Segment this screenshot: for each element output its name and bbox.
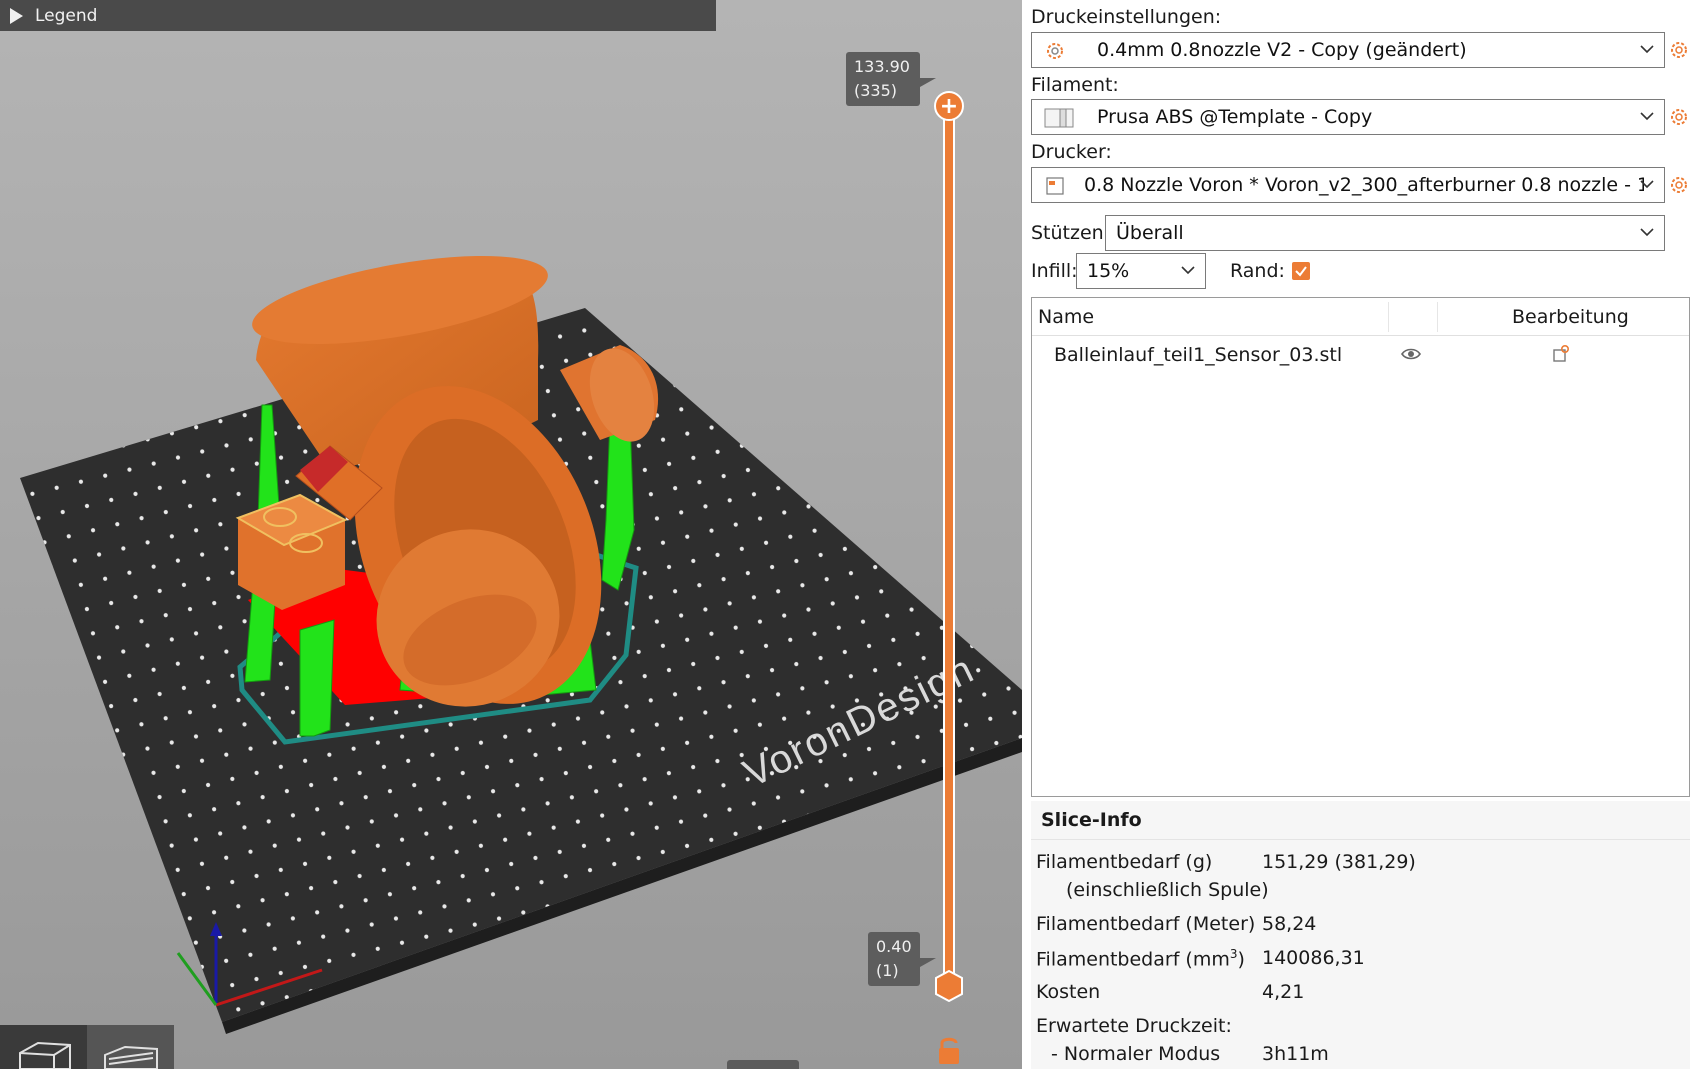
cost-value: 4,21 [1262,981,1305,1003]
view-toolbar [0,1025,174,1069]
layers-icon [103,1045,158,1069]
infill-value: 15% [1087,260,1130,282]
supports-combo[interactable]: Überall [1105,215,1665,251]
filament-g-sub: (einschließlich Spule) [1066,879,1269,901]
filament-m-value: 58,24 [1262,913,1317,935]
printer-label: Drucker: [1031,141,1112,163]
layer-bottom-label: 0.40 (1) [868,932,936,986]
expand-triangle-icon [10,7,23,24]
3d-viewport[interactable]: VoronDesign Legend 133.90 (335) + 0.40 (… [0,0,1022,1069]
cost-label: Kosten [1036,981,1101,1003]
brim-label: Rand: [1230,260,1285,282]
infill-combo[interactable]: 15% [1076,253,1206,289]
print-settings-label: Druckeinstellungen: [1031,6,1222,28]
lock-icon[interactable] [935,1034,963,1066]
chevron-down-icon [1640,228,1654,237]
layer-top-label: 133.90 (335) [846,52,936,106]
cube-icon [18,1041,71,1069]
3d-view-button[interactable] [0,1025,87,1069]
column-name[interactable]: Name [1038,306,1094,328]
print-settings-value: 0.4mm 0.8nozzle V2 - Copy (geändert) [1097,39,1467,61]
layer-top-index: (335) [854,81,898,100]
cog-icon [1047,43,1063,59]
settings-panel: Druckeinstellungen: 0.4mm 0.8nozzle V2 -… [1022,0,1690,1069]
plus-icon: + [939,93,959,119]
filament-value: Prusa ABS @Template - Copy [1097,106,1373,128]
chevron-down-icon [1181,266,1195,275]
edit-settings-icon[interactable] [1552,345,1570,363]
legend-toggle[interactable]: Legend [0,0,716,31]
print-settings-gear-icon[interactable] [1669,40,1689,60]
filament-m-label: Filamentbedarf (Meter) [1036,913,1256,935]
chevron-down-icon [1640,180,1654,189]
layer-slider-top-thumb[interactable]: + [934,91,964,121]
layer-bottom-height: 0.40 [876,937,912,956]
filament-spool-icon [1044,108,1074,128]
normal-mode-value: 3h11m [1262,1043,1329,1065]
slice-info-title: Slice-Info [1041,809,1142,831]
chevron-down-icon [1640,112,1654,121]
brim-checkbox[interactable] [1292,262,1310,280]
slice-info-panel: Slice-Info Filamentbedarf (g) 151,29 (38… [1031,801,1690,1069]
object-list[interactable]: Name Bearbeitung Balleinlauf_teil1_Senso… [1031,297,1690,797]
column-edit[interactable]: Bearbeitung [1512,306,1629,328]
printer-icon [1046,177,1064,195]
filament-mm3-value: 140086,31 [1262,947,1365,969]
chevron-down-icon [1640,45,1654,54]
filament-g-label: Filamentbedarf (g) [1036,851,1213,873]
print-settings-combo[interactable]: 0.4mm 0.8nozzle V2 - Copy (geändert) [1031,32,1665,68]
printer-value: 0.8 Nozzle Voron * Voron_v2_300_afterbur… [1084,174,1644,196]
infill-label: Infill: [1031,260,1078,282]
legend-label: Legend [35,5,98,26]
filament-combo[interactable]: Prusa ABS @Template - Copy [1031,99,1665,135]
supports-label: Stützen: [1031,222,1111,244]
eye-icon[interactable] [1401,347,1421,361]
object-row[interactable]: Balleinlauf_teil1_Sensor_03.stl [1032,336,1689,374]
filament-g-value: 151,29 (381,29) [1262,851,1416,873]
filament-gear-icon[interactable] [1669,107,1689,127]
filament-label: Filament: [1031,74,1119,96]
printer-gear-icon[interactable] [1669,175,1689,195]
preview-button[interactable] [87,1025,174,1069]
supports-value: Überall [1116,222,1184,244]
layer-top-height: 133.90 [854,57,910,76]
object-name: Balleinlauf_teil1_Sensor_03.stl [1054,344,1343,366]
object-list-header: Name Bearbeitung [1032,298,1689,336]
print-preview-scene[interactable]: VoronDesign [0,0,1022,1069]
normal-mode-label: - Normaler Modus [1051,1043,1221,1065]
print-time-label: Erwartete Druckzeit: [1036,1015,1232,1037]
filament-mm3-label: Filamentbedarf (mm3) [1036,947,1245,971]
layer-slider-track[interactable] [943,104,955,988]
layer-slider-bottom-thumb[interactable] [934,970,964,1002]
coordinate-readout [727,1060,799,1069]
layer-bottom-index: (1) [876,961,899,980]
printer-combo[interactable]: 0.8 Nozzle Voron * Voron_v2_300_afterbur… [1031,167,1665,203]
